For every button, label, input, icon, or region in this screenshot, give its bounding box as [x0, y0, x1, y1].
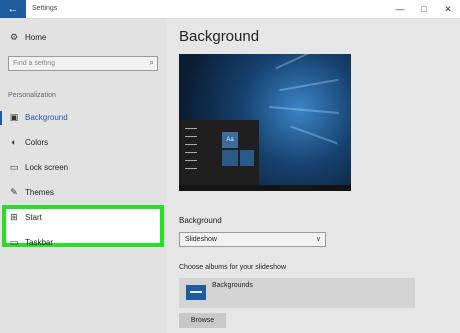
preview-taskbar	[179, 185, 351, 191]
section-label: Personalization	[8, 92, 56, 99]
palette-icon: ◐	[11, 137, 17, 147]
sidebar-item-background[interactable]: ▣ Background	[0, 107, 167, 129]
preview-tile: Aa	[222, 132, 238, 148]
menu-line	[185, 168, 197, 169]
window-title: Settings	[32, 5, 58, 12]
sidebar-item-colors[interactable]: ◐ Colors	[0, 132, 167, 154]
active-indicator	[0, 111, 2, 125]
close-button[interactable]: ✕	[436, 0, 460, 18]
background-type-dropdown[interactable]: Slideshow ∨	[179, 232, 326, 247]
search-box[interactable]: ⌕	[8, 56, 158, 71]
menu-line	[185, 128, 197, 129]
preview-start-menu: Aa	[179, 120, 259, 185]
sidebar-item-label: Lock screen	[25, 163, 69, 172]
preview-tile	[222, 150, 238, 166]
light-ray	[279, 78, 339, 92]
menu-line	[185, 136, 197, 137]
menu-line	[185, 144, 197, 145]
sidebar-item-label: Colors	[25, 138, 49, 147]
title-bar: ← Settings — □ ✕	[0, 0, 460, 19]
albums-label: Choose albums for your slideshow	[179, 264, 286, 271]
album-item[interactable]: Backgrounds	[179, 278, 415, 308]
brush-icon: ✎	[10, 187, 18, 197]
menu-line	[185, 160, 197, 161]
sidebar-item-home[interactable]: ⚙ Home	[0, 27, 167, 49]
main-content: Background Aa Background Slideshow ∨ Cho…	[168, 19, 460, 333]
browse-button[interactable]: Browse	[179, 313, 226, 328]
lock-screen-icon: ▭	[9, 162, 19, 172]
picture-icon: ▣	[9, 112, 19, 122]
preview-tile	[240, 150, 254, 166]
sidebar-item-label: Start	[25, 213, 42, 222]
background-label: Background	[179, 216, 222, 225]
search-icon[interactable]: ⌕	[150, 58, 154, 68]
sidebar-item-label: Themes	[25, 188, 54, 197]
sidebar-item-start[interactable]: ⊞ Start	[0, 207, 167, 229]
menu-line	[185, 152, 197, 153]
search-input[interactable]	[13, 57, 133, 70]
back-button[interactable]: ←	[0, 0, 26, 18]
light-ray	[269, 105, 339, 115]
minimize-button[interactable]: —	[388, 0, 412, 18]
sidebar-item-label: Taskbar	[25, 238, 54, 247]
album-name: Backgrounds	[212, 282, 253, 289]
sidebar-item-taskbar[interactable]: ▭ Taskbar	[0, 232, 167, 254]
taskbar-icon: ▭	[9, 237, 19, 247]
sidebar-item-label: Background	[25, 113, 68, 122]
sidebar-item-label: Home	[25, 33, 47, 42]
page-title: Background	[179, 28, 260, 45]
sidebar-item-lock-screen[interactable]: ▭ Lock screen	[0, 157, 167, 179]
chevron-down-icon: ∨	[315, 236, 321, 243]
light-ray	[290, 125, 338, 145]
dropdown-value: Slideshow	[185, 236, 217, 243]
start-icon: ⊞	[10, 212, 18, 222]
gear-icon: ⚙	[9, 32, 19, 42]
sidebar: ⚙ Home ⌕ Personalization ▣ Background ◐ …	[0, 19, 167, 333]
folder-icon	[186, 285, 206, 300]
maximize-button[interactable]: □	[412, 0, 436, 18]
sidebar-item-themes[interactable]: ✎ Themes	[0, 182, 167, 204]
light-ray	[275, 54, 313, 70]
background-preview: Aa	[179, 54, 351, 191]
